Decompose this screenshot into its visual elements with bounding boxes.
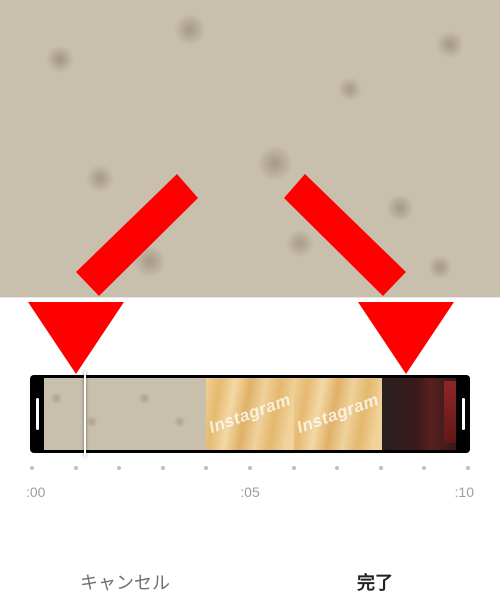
time-start: :00 (26, 484, 45, 500)
video-preview[interactable] (0, 0, 500, 297)
cancel-button[interactable]: キャンセル (0, 550, 250, 614)
playhead[interactable] (84, 371, 86, 457)
timeline[interactable]: Instagram Instagram (30, 375, 470, 453)
thumbnail: Instagram (206, 375, 294, 453)
timeline-ticks (30, 466, 470, 470)
time-labels: :00 :05 :10 (26, 484, 474, 500)
done-button[interactable]: 完了 (250, 550, 500, 614)
thumbnail-strip: Instagram Instagram (30, 375, 470, 453)
trim-handle-left[interactable] (30, 375, 44, 453)
trim-handle-right[interactable] (456, 375, 470, 453)
thumbnail (118, 375, 206, 453)
button-bar: キャンセル 完了 (0, 550, 500, 614)
thumbnail: Instagram (294, 375, 382, 453)
time-mid: :05 (240, 484, 259, 500)
trim-editor: Instagram Instagram :00 :05 :10 キャンセル 完了 (0, 297, 500, 614)
time-end: :10 (455, 484, 474, 500)
